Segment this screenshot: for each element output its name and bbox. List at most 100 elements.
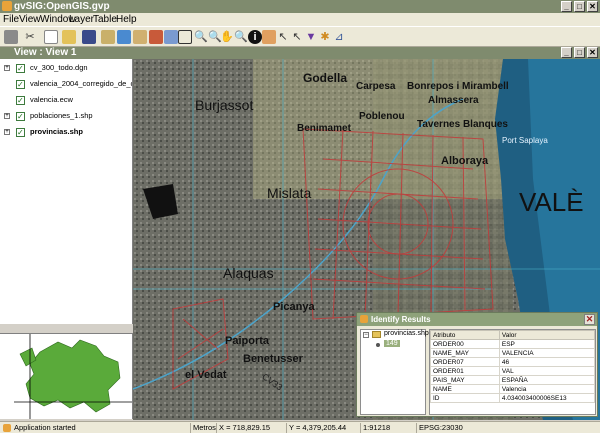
statusbar: Application started Metros X = 718,829.1… <box>0 421 600 433</box>
value-cell: ESPAÑA <box>498 375 596 385</box>
status-separator <box>216 423 217 433</box>
view-maximize-button[interactable]: □ <box>574 47 585 58</box>
select-rectangle-icon[interactable] <box>178 30 192 44</box>
layer-visibility-checkbox[interactable] <box>16 110 25 123</box>
layer-label: cv_300_todo.dgn <box>30 63 88 72</box>
save-icon[interactable] <box>82 30 96 44</box>
layer-item[interactable]: + poblaciones_1.shp <box>2 109 132 123</box>
info-icon[interactable]: i <box>248 30 262 44</box>
value-cell: Valencia <box>498 384 596 394</box>
menu-file[interactable]: File <box>3 13 19 26</box>
layer-label: valencia.ecw <box>30 95 73 104</box>
table-row[interactable]: ORDER00 ESP <box>430 339 596 349</box>
measure-icon[interactable]: ✱ <box>318 30 332 44</box>
tree-layer-label[interactable]: provincias.shp <box>384 330 429 337</box>
new-document-icon[interactable] <box>44 30 58 44</box>
table-row[interactable]: ID 4.034003400006SE13 <box>430 393 596 403</box>
status-y-coordinate: Y = 4,379,205.44 <box>289 423 347 432</box>
layer-visibility-checkbox[interactable] <box>16 94 25 107</box>
table-row[interactable]: PAIS_MAY ESPAÑA <box>430 375 596 385</box>
area-icon[interactable]: ⊿ <box>332 30 346 44</box>
identify-titlebar: Identify Results ✕ <box>357 313 597 326</box>
pan-hand-icon[interactable]: ✋ <box>220 30 234 44</box>
folder-icon <box>372 331 381 338</box>
close-button[interactable]: ✕ <box>587 1 598 12</box>
zoom-full-icon[interactable]: 🔍 <box>234 30 248 44</box>
select-icon[interactable]: ↖ <box>290 30 304 44</box>
status-message: Application started <box>14 423 76 432</box>
identify-close-button[interactable]: ✕ <box>584 314 595 325</box>
expand-icon[interactable]: + <box>4 113 10 119</box>
map-label-bonrepos: Bonrepos i Mirambell <box>407 81 509 92</box>
column-header-value[interactable]: Valor <box>498 330 596 340</box>
add-layer-icon[interactable] <box>101 30 115 44</box>
main-toolbar: ✂ 🔍 🔍 ✋ 🔍 i ↖ ↖ ▼ ✱ ⊿ <box>0 26 600 47</box>
column-header-attribute[interactable]: Atributo <box>430 330 500 340</box>
open-folder-icon[interactable] <box>62 30 76 44</box>
layer-visibility-checkbox[interactable] <box>16 126 25 139</box>
map-label-poblenou: Poblenou <box>359 111 405 122</box>
overview-map-svg <box>0 334 132 419</box>
layer-label: provincias.shp <box>30 127 83 136</box>
app-icon <box>2 1 12 11</box>
view-titlebar: View : View 1 _ □ ✕ <box>0 47 600 59</box>
layer-toc: + cv_300_todo.dgn valencia_2004_corregid… <box>0 59 133 324</box>
minimize-button[interactable]: _ <box>561 1 572 12</box>
view-close-button[interactable]: ✕ <box>587 47 598 58</box>
status-epsg: EPSG:23030 <box>419 423 463 432</box>
layout-icon[interactable] <box>149 30 163 44</box>
layers-icon[interactable] <box>117 30 131 44</box>
table-icon[interactable] <box>133 30 147 44</box>
status-separator <box>360 423 361 433</box>
attribute-cell: PAIS_MAY <box>430 375 500 385</box>
map-label-paiporta: Paiporta <box>225 335 270 347</box>
map-label-el-vedat: el Vedat <box>185 369 227 381</box>
table-row[interactable]: ORDER01 VAL <box>430 366 596 376</box>
map-label-almassera: Almassera <box>428 95 479 106</box>
menubar: File View Window Layer Table Help <box>0 13 600 26</box>
table-row[interactable]: NAME Valencia <box>430 384 596 394</box>
status-scale: 1:91218 <box>363 423 391 432</box>
menu-layer[interactable]: Layer <box>69 13 94 26</box>
layer-visibility-checkbox[interactable] <box>16 62 25 75</box>
layer-item[interactable]: + provincias.shp <box>2 125 132 139</box>
attribute-cell: ORDER00 <box>430 339 500 349</box>
tree-collapse-icon[interactable]: − <box>363 332 369 338</box>
table-row[interactable]: NAME_MAY VALENCIA <box>430 348 596 358</box>
filter-icon[interactable]: ▼ <box>304 30 318 44</box>
map-label-picanya: Picanya <box>273 301 315 313</box>
window-title: gvSIG:OpenGIS.gvp <box>14 1 110 12</box>
map-frame-icon[interactable] <box>4 30 18 44</box>
status-units: Metros <box>193 423 216 432</box>
identify-attribute-table: Atributo Valor ORDER00 ESP NAME_MAY VALENC… <box>429 329 596 415</box>
tools-icon[interactable]: ✂ <box>23 30 37 44</box>
layer-visibility-checkbox[interactable] <box>16 78 25 91</box>
map-label-benetusser: Benetusser <box>243 353 303 365</box>
menu-help[interactable]: Help <box>116 13 137 26</box>
layer-item[interactable]: valencia.ecw <box>2 93 132 107</box>
pointer-icon[interactable]: ↖ <box>276 30 290 44</box>
tree-record-label[interactable]: 149 <box>384 340 400 347</box>
status-icon <box>3 424 11 432</box>
table-row[interactable]: ORDER07 46 <box>430 357 596 367</box>
status-separator <box>286 423 287 433</box>
status-separator <box>416 423 417 433</box>
value-cell: 4.034003400006SE13 <box>498 393 596 403</box>
view-minimize-button[interactable]: _ <box>561 47 572 58</box>
map-label-port-saplaya: Port Saplaya <box>502 136 548 145</box>
expand-icon[interactable]: + <box>4 129 10 135</box>
maximize-button[interactable]: □ <box>574 1 585 12</box>
layer-item[interactable]: valencia_2004_corregido_de_colc <box>2 77 132 91</box>
expand-icon[interactable]: + <box>4 65 10 71</box>
menu-table[interactable]: Table <box>93 13 117 26</box>
zoom-in-icon[interactable]: 🔍 <box>194 30 208 44</box>
map-label-burjassot: Burjassot <box>195 97 254 113</box>
view-title: View : View 1 <box>14 47 77 58</box>
overview-map[interactable] <box>0 333 133 419</box>
menu-view[interactable]: View <box>19 13 41 26</box>
zoom-layer-icon[interactable] <box>262 30 276 44</box>
map-label-benimamet: Benimamet <box>297 123 351 134</box>
layer-item[interactable]: + cv_300_todo.dgn <box>2 61 132 75</box>
identify-title: Identify Results <box>371 315 431 324</box>
print-icon[interactable] <box>164 30 178 44</box>
